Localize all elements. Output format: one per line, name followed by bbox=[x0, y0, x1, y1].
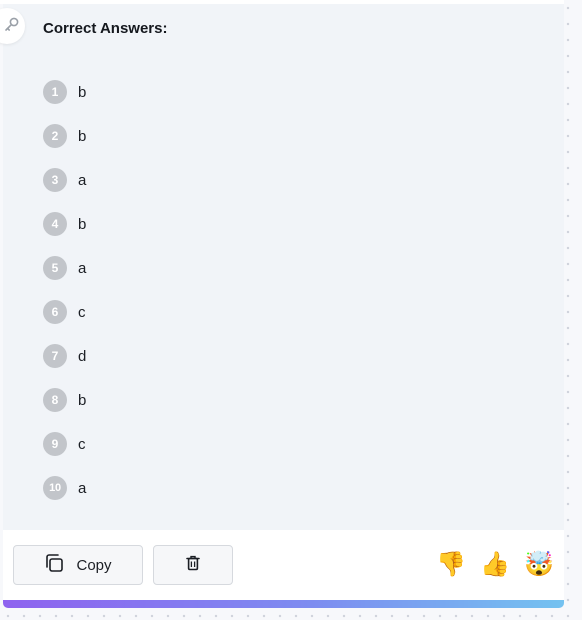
list-item: 3 a bbox=[43, 158, 86, 202]
answer-value: a bbox=[78, 171, 87, 189]
answer-number-badge: 3 bbox=[43, 168, 67, 192]
delete-button[interactable] bbox=[153, 545, 233, 585]
answer-number-badge: 8 bbox=[43, 388, 67, 412]
copy-label: Copy bbox=[76, 556, 112, 574]
answer-number-badge: 6 bbox=[43, 300, 67, 324]
answer-number-badge: 5 bbox=[43, 256, 67, 280]
answer-number-badge: 4 bbox=[43, 212, 67, 236]
list-item: 2 b bbox=[43, 114, 86, 158]
answer-list: 1 b 2 b 3 a 4 b 5 a 6 c 7 d 8 b 9 c 10 a bbox=[43, 70, 86, 510]
answer-value: b bbox=[78, 391, 87, 409]
answer-value: b bbox=[78, 83, 87, 101]
copy-button[interactable]: Copy bbox=[13, 545, 143, 585]
list-item: 7 d bbox=[43, 334, 86, 378]
answer-number-badge: 7 bbox=[43, 344, 67, 368]
key-icon bbox=[0, 16, 20, 36]
answer-value: c bbox=[78, 303, 86, 321]
list-item: 6 c bbox=[43, 290, 86, 334]
answer-value: b bbox=[78, 215, 87, 233]
list-item: 10 a bbox=[43, 466, 86, 510]
reactions: 👎 👍 🤯 bbox=[436, 548, 554, 580]
list-item: 9 c bbox=[43, 422, 86, 466]
answer-value: a bbox=[78, 479, 87, 497]
answer-value: d bbox=[78, 347, 87, 365]
list-item: 8 b bbox=[43, 378, 86, 422]
answer-number-badge: 1 bbox=[43, 80, 67, 104]
list-item: 5 a bbox=[43, 246, 86, 290]
list-item: 1 b bbox=[43, 70, 86, 114]
action-footer: Copy 👎 👍 🤯 bbox=[3, 530, 564, 600]
page-title: Correct Answers: bbox=[43, 20, 168, 37]
list-item: 4 b bbox=[43, 202, 86, 246]
thumbs-up-icon[interactable]: 👍 bbox=[480, 548, 510, 580]
trash-icon bbox=[186, 555, 200, 575]
answers-card: Correct Answers: 1 b 2 b 3 a 4 b 5 a 6 c… bbox=[0, 4, 564, 600]
mind-blown-icon[interactable]: 🤯 bbox=[524, 548, 554, 580]
answer-value: a bbox=[78, 259, 87, 277]
answer-value: c bbox=[78, 435, 86, 453]
copy-icon bbox=[44, 553, 64, 577]
answer-number-badge: 10 bbox=[43, 476, 67, 500]
thumbs-down-icon[interactable]: 👎 bbox=[436, 548, 466, 580]
answer-number-badge: 2 bbox=[43, 124, 67, 148]
gradient-accent-bar bbox=[3, 600, 564, 608]
answer-value: b bbox=[78, 127, 87, 145]
key-badge bbox=[0, 8, 25, 44]
answer-number-badge: 9 bbox=[43, 432, 67, 456]
